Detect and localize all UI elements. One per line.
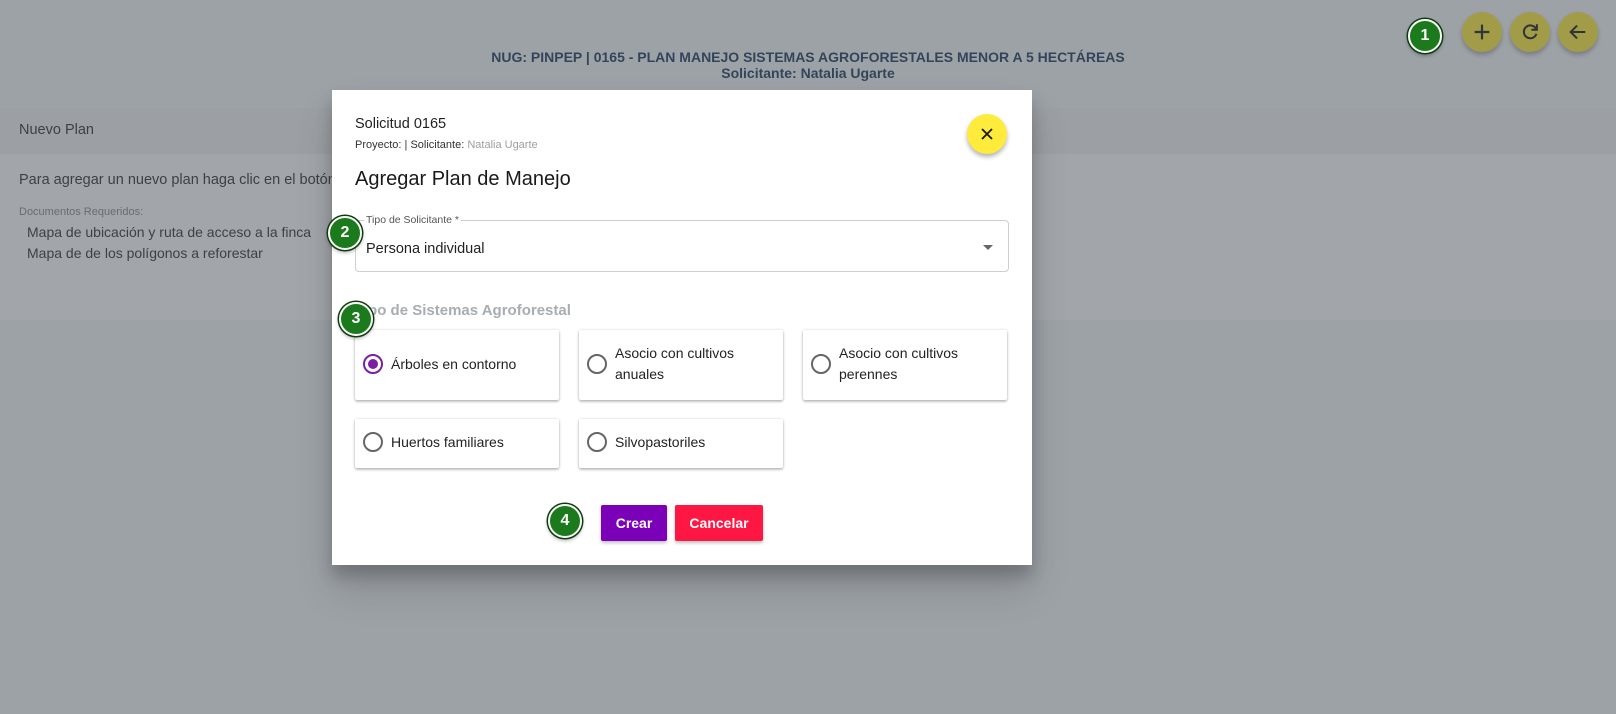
- create-button[interactable]: Crear: [601, 505, 667, 541]
- applicant-name: Natalia Ugarte: [467, 139, 538, 151]
- option-label: Árboles en contorno: [391, 356, 517, 372]
- option-label: Huertos familiares: [391, 434, 504, 450]
- radio-unchecked-icon[interactable]: [587, 432, 607, 452]
- cancel-button[interactable]: Cancelar: [675, 505, 763, 541]
- dialog-title: Solicitud 0165: [355, 116, 447, 132]
- applicant-type-select[interactable]: Tipo de Solicitante * Persona individual: [355, 214, 1009, 272]
- option-silvopastoriles[interactable]: Silvopastoriles: [579, 419, 783, 468]
- option-asocio-anuales[interactable]: Asocio con cultivos anuales: [579, 330, 783, 400]
- close-button[interactable]: [967, 114, 1007, 154]
- project-label: Proyecto:: [355, 139, 402, 151]
- step-badge-1: 1: [1408, 19, 1442, 53]
- system-type-label: Tipo de Sistemas Agroforestal: [355, 302, 571, 319]
- option-label: Asocio con cultivos anuales: [615, 345, 735, 382]
- close-icon: [981, 128, 993, 140]
- applicant-type-label: Tipo de Solicitante *: [364, 214, 461, 226]
- radio-checked-icon[interactable]: [363, 354, 383, 374]
- step-badge-4: 4: [548, 504, 582, 538]
- option-arboles-en-contorno[interactable]: Árboles en contorno: [355, 330, 559, 400]
- step-badge-3: 3: [339, 302, 373, 336]
- radio-unchecked-icon[interactable]: [363, 432, 383, 452]
- caret-down-icon: [983, 245, 993, 250]
- option-huertos-familiares[interactable]: Huertos familiares: [355, 419, 559, 468]
- add-plan-dialog: Solicitud 0165 Proyecto: | Solicitante: …: [332, 90, 1032, 565]
- dialog-meta: Proyecto: | Solicitante: Natalia Ugarte: [355, 139, 538, 151]
- applicant-label: Solicitante:: [410, 139, 465, 151]
- option-label: Asocio con cultivos perennes: [839, 345, 959, 382]
- dialog-heading: Agregar Plan de Manejo: [355, 168, 571, 190]
- applicant-type-value: Persona individual: [366, 241, 485, 257]
- meta-separator: |: [404, 139, 408, 151]
- radio-unchecked-icon[interactable]: [587, 354, 607, 374]
- radio-unchecked-icon[interactable]: [811, 354, 831, 374]
- option-asocio-perennes[interactable]: Asocio con cultivos perennes: [803, 330, 1007, 400]
- step-badge-2: 2: [328, 216, 362, 250]
- option-label: Silvopastoriles: [615, 434, 706, 450]
